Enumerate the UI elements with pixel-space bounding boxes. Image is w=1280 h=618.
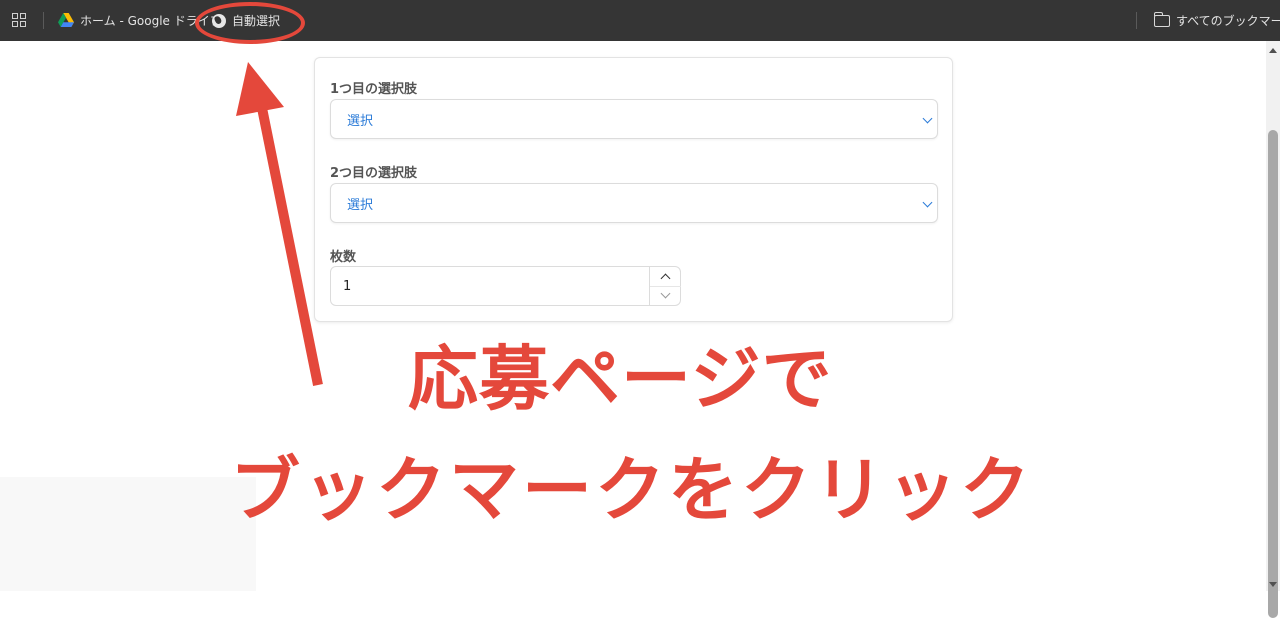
instruction-line-1: 応募ページで (408, 338, 833, 420)
instruction-line-2: ブックマークをクリック (230, 449, 1033, 531)
